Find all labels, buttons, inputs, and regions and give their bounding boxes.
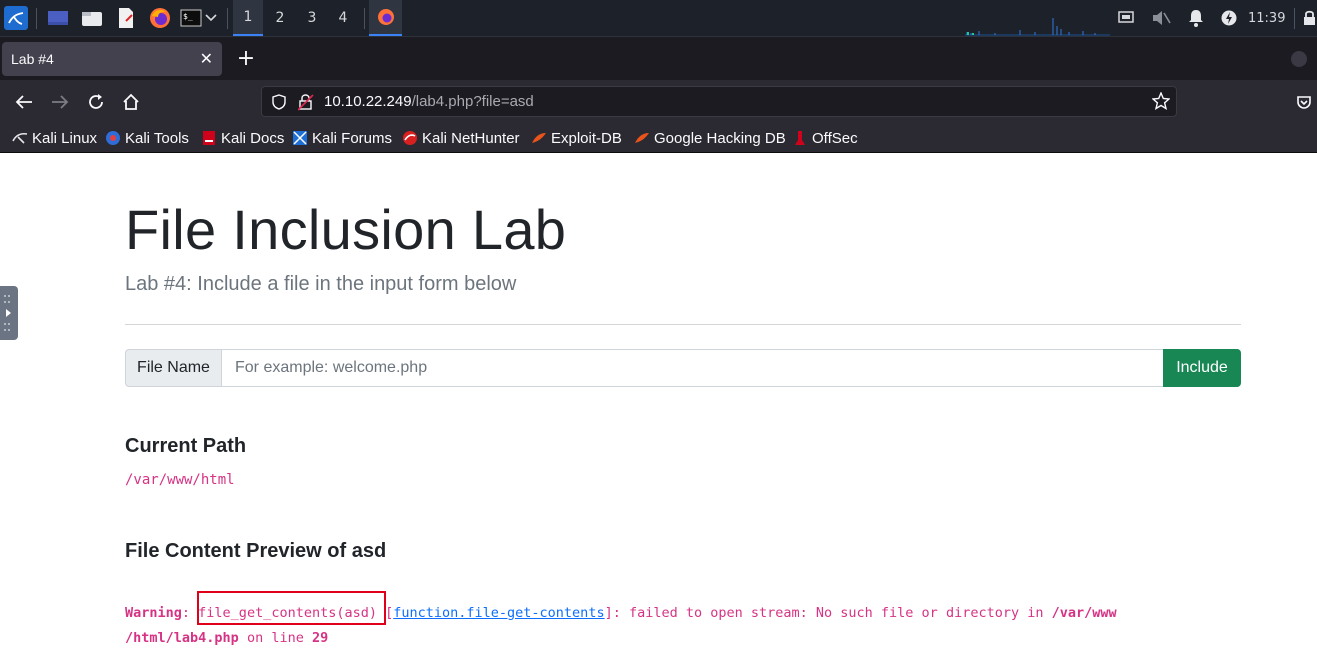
offsec-icon bbox=[792, 130, 808, 146]
divider bbox=[125, 324, 1241, 325]
close-tab-icon[interactable]: ✕ bbox=[200, 49, 213, 69]
taskbar-firefox-window[interactable] bbox=[369, 0, 402, 36]
exploit-db-icon bbox=[531, 130, 547, 146]
workspace-1[interactable]: 1 bbox=[233, 0, 263, 36]
pocket-icon[interactable] bbox=[1292, 89, 1316, 115]
preview-heading-text: File Content Preview of bbox=[125, 540, 347, 562]
workspace-3[interactable]: 3 bbox=[297, 0, 327, 36]
bookmark-label: Kali Linux bbox=[32, 129, 98, 147]
url-text[interactable]: 10.10.22.249/lab4.php?file=asd bbox=[324, 93, 534, 110]
current-path-heading: Current Path bbox=[125, 435, 247, 457]
bookmark-star-icon[interactable] bbox=[1151, 91, 1171, 114]
current-path-value: /var/www/html bbox=[125, 472, 235, 488]
warning-message: ]: failed to open stream: No such file o… bbox=[604, 605, 1044, 621]
bookmark-label: Kali NetHunter bbox=[422, 129, 520, 147]
function-doc-link[interactable]: function.file-get-contents bbox=[393, 605, 604, 621]
kali-tools-icon bbox=[105, 130, 121, 146]
new-tab-button[interactable]: + bbox=[234, 44, 258, 74]
tab-strip: Lab #4 ✕ bbox=[0, 37, 1317, 80]
tab-title: Lab #4 bbox=[11, 51, 54, 67]
bookmark-google-hacking-db[interactable]: Google Hacking DB bbox=[634, 128, 786, 148]
url-host: 10.10.22.249 bbox=[324, 93, 412, 110]
svg-text:$_: $_ bbox=[183, 12, 193, 21]
bookmark-kali-forums[interactable]: Kali Forums bbox=[292, 128, 392, 148]
include-button[interactable]: Include bbox=[1163, 349, 1241, 387]
file-manager-icon[interactable] bbox=[80, 6, 104, 30]
home-button[interactable] bbox=[118, 89, 144, 115]
file-input-group: File Name Include bbox=[125, 349, 1241, 387]
nethunter-icon bbox=[402, 130, 418, 146]
top-panel: $_ 1 2 3 4 11:39 bbox=[0, 0, 1317, 37]
file-name-input[interactable] bbox=[221, 349, 1164, 387]
desktop-icon[interactable] bbox=[46, 6, 70, 30]
page-content: File Inclusion Lab Lab #4: Include a fil… bbox=[0, 153, 1317, 648]
shield-icon[interactable] bbox=[272, 94, 286, 114]
browser-tab[interactable]: Lab #4 ✕ bbox=[2, 42, 222, 76]
bookmark-label: Google Hacking DB bbox=[654, 129, 786, 147]
file-name-label: File Name bbox=[125, 349, 222, 387]
side-panel-handle[interactable] bbox=[0, 286, 18, 340]
bookmark-kali-linux[interactable]: Kali Linux bbox=[12, 128, 97, 148]
warning-path-2: /html/lab4.php bbox=[125, 630, 239, 646]
kali-dragon-icon bbox=[12, 130, 28, 146]
reload-button[interactable] bbox=[83, 89, 109, 115]
power-icon[interactable] bbox=[1217, 6, 1241, 30]
workspace-4[interactable]: 4 bbox=[328, 0, 358, 36]
insecure-lock-icon[interactable] bbox=[297, 93, 314, 115]
bookmark-kali-nethunter[interactable]: Kali NetHunter bbox=[402, 128, 520, 148]
network-graph bbox=[965, 18, 1110, 36]
terminal-icon[interactable]: $_ bbox=[179, 6, 203, 30]
bookmarks-toolbar: Kali Linux Kali Tools Kali Docs Kali For… bbox=[0, 123, 1317, 153]
bookmark-label: OffSec bbox=[812, 129, 858, 147]
ghdb-icon bbox=[634, 130, 650, 146]
preview-file-name: asd bbox=[351, 540, 387, 562]
panel-separator bbox=[36, 8, 37, 29]
url-bar[interactable]: 10.10.22.249/lab4.php?file=asd bbox=[261, 86, 1177, 117]
volume-muted-icon[interactable] bbox=[1149, 6, 1173, 30]
extensions-indicator[interactable] bbox=[1291, 51, 1307, 67]
clock[interactable]: 11:39 bbox=[1248, 0, 1285, 36]
chevron-down-icon[interactable] bbox=[202, 6, 220, 30]
panel-separator bbox=[1294, 8, 1295, 29]
workspace-2[interactable]: 2 bbox=[265, 0, 295, 36]
page-title: File Inclusion Lab bbox=[125, 198, 567, 261]
warning-label: Warning bbox=[125, 605, 182, 621]
kali-menu-icon[interactable] bbox=[4, 6, 28, 30]
warning-on-line: on line bbox=[246, 630, 304, 646]
bookmark-label: Kali Docs bbox=[221, 129, 285, 147]
highlight-box bbox=[197, 591, 386, 625]
back-button[interactable] bbox=[11, 89, 37, 115]
kali-forums-icon bbox=[292, 130, 308, 146]
panel-separator bbox=[227, 8, 228, 29]
bookmark-exploit-db[interactable]: Exploit-DB bbox=[531, 128, 622, 148]
bookmark-kali-tools[interactable]: Kali Tools bbox=[105, 128, 189, 148]
kali-docs-icon bbox=[201, 130, 217, 146]
preview-heading: File Content Preview of asd bbox=[125, 540, 386, 563]
text-editor-icon[interactable] bbox=[114, 6, 138, 30]
panel-separator bbox=[364, 8, 365, 29]
bookmark-label: Kali Tools bbox=[125, 129, 189, 147]
bookmark-kali-docs[interactable]: Kali Docs bbox=[201, 128, 284, 148]
url-path: /lab4.php?file=asd bbox=[411, 93, 534, 110]
bookmark-offsec[interactable]: OffSec bbox=[792, 128, 858, 148]
bookmark-label: Kali Forums bbox=[312, 129, 393, 147]
notification-bell-icon[interactable] bbox=[1184, 6, 1208, 30]
screen-icon[interactable] bbox=[1114, 6, 1138, 30]
page-lead: Lab #4: Include a file in the input form… bbox=[125, 273, 517, 295]
lock-icon[interactable] bbox=[1300, 6, 1317, 30]
firefox-icon[interactable] bbox=[148, 6, 172, 30]
bookmark-label: Exploit-DB bbox=[551, 129, 622, 147]
warning-line-number: 29 bbox=[311, 630, 329, 646]
warning-path-1: /var/www bbox=[1051, 605, 1117, 621]
forward-button[interactable] bbox=[47, 89, 73, 115]
